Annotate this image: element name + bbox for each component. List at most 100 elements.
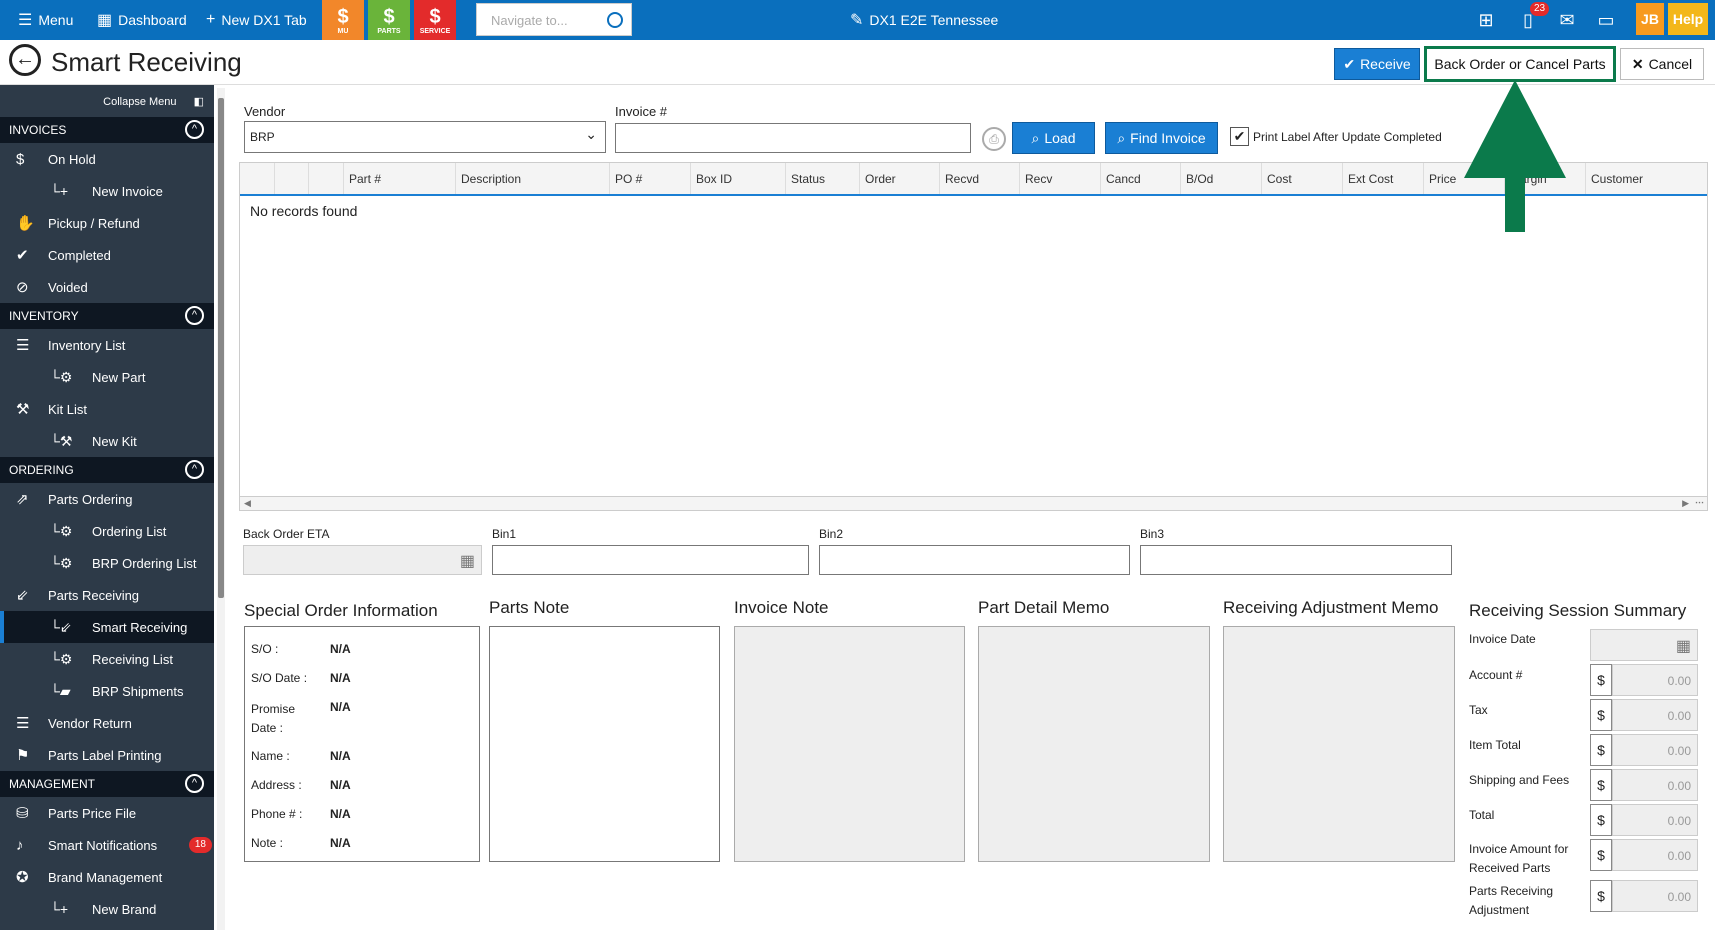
back-order-eta-input[interactable]: ▦	[243, 545, 482, 575]
bin2-input[interactable]	[819, 545, 1130, 575]
calendar-icon[interactable]: ▦	[460, 551, 475, 571]
item-total-field[interactable]: $0.00	[1590, 734, 1698, 766]
sidebar-item-on-hold[interactable]: $ On Hold	[0, 143, 214, 175]
column-header[interactable]: PO #	[609, 163, 690, 194]
sidebar-item-smart-receiving[interactable]: └⇙ Smart Receiving	[0, 611, 214, 643]
sidebar-item-smart-notifications[interactable]: ♪ Smart Notifications 18	[0, 829, 214, 861]
mail-icon[interactable]: ✉	[1555, 8, 1579, 32]
sidebar-item-parts-ordering[interactable]: ⇗ Parts Ordering	[0, 483, 214, 515]
scroll-right-icon[interactable]: ▶	[1682, 498, 1689, 509]
calendar-icon[interactable]: ▦	[1676, 636, 1691, 656]
so-key: Note :	[251, 836, 284, 850]
column-header[interactable]: Recvd	[939, 163, 1019, 194]
collapse-menu-button[interactable]: Collapse Menu ◧	[0, 85, 214, 117]
so-key: S/O Date :	[251, 671, 308, 685]
sidebar-item-label: On Hold	[48, 151, 96, 167]
shipping-fees-field[interactable]: $0.00	[1590, 769, 1698, 801]
total-field[interactable]: $0.00	[1590, 804, 1698, 836]
vendor-select[interactable]: BRP ⌄	[244, 121, 606, 153]
grid-horizontal-scrollbar[interactable]: ◀ ▶ ⋯	[240, 496, 1707, 510]
store-title[interactable]: ✎ DX1 E2E Tennessee	[850, 0, 998, 40]
dashboard-button[interactable]: ▦ Dashboard	[97, 0, 187, 40]
section-invoices[interactable]: INVOICES ^	[0, 117, 214, 143]
account-field[interactable]: $0.00	[1590, 664, 1698, 696]
sidebar-item-pickup-refund[interactable]: ✋ Pickup / Refund	[0, 207, 214, 239]
column-header[interactable]: Status	[785, 163, 859, 194]
sidebar-item-receiving-list[interactable]: └⚙ Receiving List	[0, 643, 214, 675]
sidebar-scrollbar[interactable]	[217, 88, 225, 930]
column-header[interactable]: Ext Cost	[1342, 163, 1423, 194]
sidebar-item-parts-price-file[interactable]: ⛁ Parts Price File	[0, 797, 214, 829]
sidebar-item-kit-list[interactable]: ⚒ Kit List	[0, 393, 214, 425]
sidebar-item-new-invoice[interactable]: └+ New Invoice	[0, 175, 214, 207]
column-header[interactable]: Recv	[1019, 163, 1100, 194]
module-parts-button[interactable]: $ PARTS	[368, 0, 410, 40]
help-button[interactable]: Help	[1668, 3, 1708, 35]
sidebar-item-new-kit[interactable]: └⚒ New Kit	[0, 425, 214, 457]
parts-note-textarea[interactable]	[489, 626, 720, 862]
chat-icon[interactable]: ▭	[1594, 8, 1618, 32]
collapse-chevron-icon: ^	[185, 774, 204, 793]
parts-receiving-adjustment-field[interactable]: $0.00	[1590, 880, 1698, 912]
section-ordering[interactable]: ORDERING ^	[0, 457, 214, 483]
new-tab-button[interactable]: + New DX1 Tab	[206, 0, 307, 40]
back-order-cancel-button[interactable]: Back Order or Cancel Parts	[1424, 46, 1616, 82]
part-detail-memo-textarea	[978, 626, 1210, 862]
sidebar-item-label: Smart Notifications	[48, 837, 158, 853]
list-icon: ☰	[16, 337, 30, 354]
sidebar-item-vendor-return[interactable]: ☰ Vendor Return	[0, 707, 214, 739]
column-header[interactable]: Description	[455, 163, 609, 194]
menu-button[interactable]: ☰ Menu	[18, 0, 73, 40]
section-inventory[interactable]: INVENTORY ^	[0, 303, 214, 329]
column-header[interactable]: Part #	[343, 163, 455, 194]
sidebar-item-brand-management[interactable]: ✪ Brand Management	[0, 861, 214, 893]
collapse-chevron-icon: ^	[185, 306, 204, 325]
sidebar-item-brp-shipments[interactable]: └▰ BRP Shipments	[0, 675, 214, 707]
sidebar-item-ordering-list[interactable]: └⚙ Ordering List	[0, 515, 214, 547]
column-header[interactable]: B/Od	[1180, 163, 1261, 194]
invoice-amount-field[interactable]: $0.00	[1590, 839, 1698, 871]
invoice-date-input[interactable]: ▦	[1590, 629, 1698, 661]
compass-icon[interactable]	[607, 12, 623, 28]
sidebar-item-voided[interactable]: ⊘ Voided	[0, 271, 214, 303]
org-chart-icon[interactable]: ⊞	[1474, 8, 1498, 32]
find-invoice-button[interactable]: ⌕ Find Invoice	[1105, 122, 1218, 154]
printer-icon[interactable]: ⎙	[982, 127, 1006, 151]
column-header[interactable]: Cost	[1261, 163, 1342, 194]
module-service-button[interactable]: $ SERVICE	[414, 0, 456, 40]
bin1-input[interactable]	[492, 545, 809, 575]
print-label-text: Print Label After Update Completed	[1253, 130, 1442, 144]
column-header[interactable]: Box ID	[690, 163, 785, 194]
bin3-input[interactable]	[1140, 545, 1452, 575]
column-header[interactable]: Cancd	[1100, 163, 1180, 194]
tax-field[interactable]: $0.00	[1590, 699, 1698, 731]
cancel-button[interactable]: ✕ Cancel	[1620, 48, 1704, 80]
column-header[interactable]: Order	[859, 163, 939, 194]
pencil-icon: ✎	[850, 12, 864, 29]
sidebar-item-new-part[interactable]: └⚙ New Part	[0, 361, 214, 393]
column-header[interactable]: Customer	[1585, 163, 1707, 194]
module-mu-button[interactable]: $ MU	[322, 0, 364, 40]
sidebar-item-completed[interactable]: ✔ Completed	[0, 239, 214, 271]
sidebar-item-inventory-list[interactable]: ☰ Inventory List	[0, 329, 214, 361]
scrollbar-thumb[interactable]	[218, 98, 224, 598]
back-arrow-icon[interactable]: ←	[9, 44, 41, 76]
invoice-input[interactable]	[615, 123, 971, 153]
section-management[interactable]: MANAGEMENT ^	[0, 771, 214, 797]
receive-button[interactable]: ✔ Receive	[1334, 48, 1420, 80]
kit-icon: └⚒	[50, 432, 73, 449]
load-button[interactable]: ⌕ Load	[1012, 122, 1095, 154]
grid-select-column[interactable]	[274, 163, 308, 194]
sidebar-item-brp-ordering-list[interactable]: └⚙ BRP Ordering List	[0, 547, 214, 579]
navigate-placeholder: Navigate to...	[491, 13, 568, 28]
navigate-to-input[interactable]: Navigate to...	[476, 3, 632, 36]
sidebar-item-label: Kit List	[48, 401, 88, 417]
more-icon[interactable]: ⋯	[1695, 497, 1704, 508]
scroll-left-icon[interactable]: ◀	[244, 498, 251, 509]
sidebar-item-new-brand[interactable]: └+ New Brand	[0, 893, 214, 925]
user-avatar[interactable]: JB	[1636, 3, 1664, 35]
print-label-checkbox[interactable]: ✔	[1230, 127, 1249, 146]
grid-select-column[interactable]	[308, 163, 343, 194]
sidebar-item-parts-receiving[interactable]: ⇙ Parts Receiving	[0, 579, 214, 611]
sidebar-item-parts-label-printing[interactable]: ⚑ Parts Label Printing	[0, 739, 214, 771]
